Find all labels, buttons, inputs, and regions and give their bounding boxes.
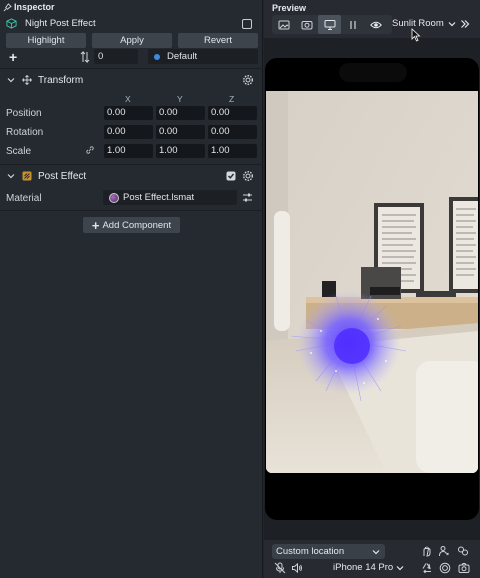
layer-dropdown[interactable]: Default [148, 49, 258, 64]
preview-viewport[interactable] [264, 38, 480, 540]
post-effect-title: Post Effect [38, 170, 87, 182]
render-order-input[interactable]: 0 [94, 49, 138, 64]
screenshot-camera-icon[interactable] [458, 562, 470, 574]
device-value: iPhone 14 Pro [333, 562, 394, 573]
pause-icon [349, 20, 356, 29]
divider [0, 68, 263, 69]
material-icon [109, 192, 119, 203]
add-component-label: Add Component [102, 219, 172, 231]
prefab-buttons: Highlight Apply Revert [6, 33, 258, 48]
chevron-down-icon [396, 565, 404, 570]
cube-icon [6, 18, 17, 29]
phone-frame [265, 58, 479, 520]
preview-bottom-bar: Custom location iPhone 14 Pro [264, 540, 480, 578]
divider [0, 210, 263, 211]
position-y-field[interactable]: 0.00 [156, 106, 205, 120]
image-icon [278, 20, 289, 29]
scale-label: Scale [6, 146, 32, 157]
double-chevron-right-icon[interactable] [460, 19, 470, 29]
layer-row: + 0 Default [0, 48, 263, 66]
location-value: Custom location [276, 546, 345, 557]
pin-icon[interactable] [3, 2, 12, 12]
rotation-z-field[interactable]: 0.00 [208, 125, 257, 139]
gear-icon[interactable] [242, 170, 254, 182]
highlight-button[interactable]: Highlight [6, 33, 86, 48]
position-z-field[interactable]: 0.00 [208, 106, 257, 120]
rotation-label: Rotation [6, 127, 44, 138]
axis-y-label: Y [177, 94, 183, 104]
gear-icon[interactable] [242, 74, 254, 86]
location-dropdown[interactable]: Custom location [272, 544, 385, 559]
material-field[interactable]: Post Effect.lsmat [103, 190, 237, 205]
layer-color-icon [154, 53, 160, 60]
device-dropdown[interactable]: iPhone 14 Pro [333, 562, 404, 573]
position-x-field[interactable]: 0.00 [104, 106, 153, 120]
revert-button[interactable]: Revert [178, 33, 258, 48]
scale-y-field[interactable]: 1.00 [156, 144, 205, 158]
transform-icon [22, 75, 32, 85]
post-effect-icon [22, 171, 32, 181]
pause-button[interactable] [341, 15, 364, 34]
rotation-y-field[interactable]: 0.00 [156, 125, 205, 139]
scale-x-field[interactable]: 1.00 [104, 144, 153, 158]
camera-feed[interactable] [266, 91, 478, 473]
record-icon[interactable] [439, 562, 451, 574]
preview-title: Preview [272, 3, 307, 13]
visibility-button[interactable] [364, 15, 387, 34]
preview-panel: Preview Sunlit Room Custom location iPho… [264, 0, 480, 578]
scene-dropdown[interactable]: Sunlit Room [392, 18, 456, 29]
camera-mode-button[interactable] [295, 15, 318, 34]
axis-x-label: X [125, 94, 131, 104]
transform-title: Transform [38, 74, 84, 86]
sort-arrows-icon [80, 51, 90, 63]
checkbox-checked-icon[interactable] [226, 171, 236, 181]
image-mode-button[interactable] [272, 15, 295, 34]
chevron-down-icon [372, 550, 380, 555]
room-scene-image [266, 91, 478, 473]
add-icon[interactable]: + [9, 49, 17, 65]
person-icon[interactable] [438, 545, 450, 557]
material-value: Post Effect.lsmat [123, 192, 195, 203]
face-effects-icon[interactable] [457, 545, 469, 557]
hand-gesture-icon[interactable] [421, 545, 433, 557]
position-label: Position [6, 108, 42, 119]
transform-header[interactable]: Transform [0, 71, 263, 89]
layer-value: Default [167, 51, 198, 62]
chevron-down-icon[interactable] [7, 172, 15, 180]
divider [0, 164, 263, 165]
rotation-x-field[interactable]: 0.00 [104, 125, 153, 139]
chevron-down-icon [448, 21, 456, 26]
chevron-down-icon[interactable] [7, 76, 15, 84]
monitor-icon [324, 19, 335, 30]
axis-z-label: Z [229, 94, 235, 104]
inspector-title: Inspector [14, 2, 55, 12]
camera-flip-icon [301, 20, 312, 29]
recycle-icon[interactable] [421, 562, 433, 574]
add-component-button[interactable]: + Add Component [83, 217, 180, 233]
object-enabled-checkbox[interactable] [242, 19, 252, 29]
apply-button[interactable]: Apply [92, 33, 172, 48]
eye-icon [369, 21, 382, 28]
plus-icon: + [91, 217, 100, 233]
speaker-icon[interactable] [291, 562, 303, 574]
link-icon[interactable] [85, 145, 95, 155]
dynamic-island [339, 63, 407, 82]
device-mode-button[interactable] [318, 15, 341, 34]
preview-toolbar [272, 15, 392, 34]
material-label: Material [6, 193, 42, 204]
object-row: Night Post Effect [0, 15, 263, 32]
scale-z-field[interactable]: 1.00 [208, 144, 257, 158]
object-name[interactable]: Night Post Effect [25, 18, 96, 29]
mic-off-icon[interactable] [274, 562, 286, 574]
mouse-cursor-icon [411, 28, 421, 42]
inspector-panel: Inspector Night Post Effect Highlight Ap… [0, 0, 263, 578]
inspector-header: Inspector [0, 0, 263, 14]
sliders-icon[interactable] [242, 192, 253, 203]
post-effect-header[interactable]: Post Effect [0, 167, 263, 185]
